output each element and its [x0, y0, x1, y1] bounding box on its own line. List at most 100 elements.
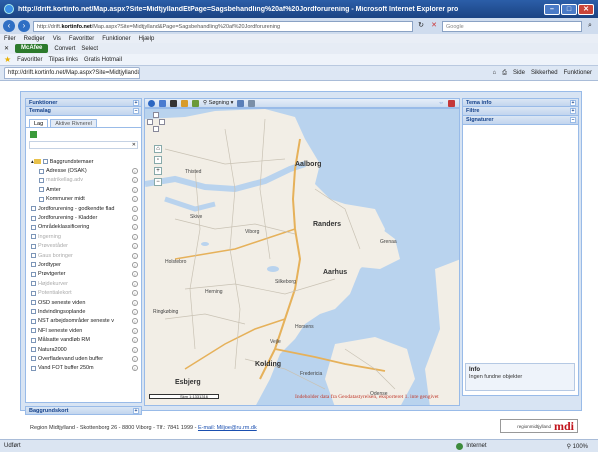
- layer-checkbox[interactable]: [39, 196, 44, 202]
- info-icon[interactable]: [148, 99, 155, 107]
- layer-info-icon[interactable]: i: [132, 318, 138, 325]
- menu-file[interactable]: Filer: [4, 36, 16, 42]
- expand-icon[interactable]: +: [133, 408, 139, 414]
- search-icon[interactable]: ⌕: [585, 21, 595, 31]
- home-view-icon[interactable]: ⌂: [154, 145, 162, 153]
- email-link[interactable]: E-mail: Miljoe@ru.rm.dk: [198, 425, 257, 431]
- layer-checkbox[interactable]: [39, 168, 44, 174]
- layer-item[interactable]: Jordtyper i: [29, 260, 138, 269]
- refresh-icon[interactable]: ↻: [416, 21, 426, 31]
- close-toolbar-icon[interactable]: ✕: [4, 45, 9, 52]
- forward-icon[interactable]: ›: [18, 20, 30, 32]
- export-icon[interactable]: [248, 99, 256, 107]
- globe-icon[interactable]: [159, 99, 166, 107]
- layer-item[interactable]: Natura2000 i: [29, 345, 138, 354]
- search-input[interactable]: Google: [442, 20, 582, 32]
- layer-item[interactable]: Jordforurening - godkendte flad i: [29, 204, 138, 213]
- close-button[interactable]: ✕: [578, 3, 594, 15]
- layer-item[interactable]: OSD seneste viden i: [29, 298, 138, 307]
- layer-item[interactable]: Vand FOT buffer 250m i: [29, 364, 138, 373]
- close-icon[interactable]: ✕: [132, 142, 136, 148]
- layer-item[interactable]: Jordforurening - Kladder i: [29, 213, 138, 222]
- layer-checkbox[interactable]: [31, 318, 36, 324]
- menu-tools[interactable]: Funktioner: [102, 36, 130, 42]
- pan-right-icon[interactable]: [159, 119, 165, 125]
- stop-icon[interactable]: ✕: [429, 21, 439, 31]
- layer-item[interactable]: Målsatte vandløb RM i: [29, 335, 138, 344]
- zoom-in-icon[interactable]: +: [154, 167, 162, 175]
- layer-info-icon[interactable]: i: [132, 205, 138, 212]
- back-icon[interactable]: ‹: [3, 20, 15, 32]
- layer-checkbox[interactable]: [31, 224, 36, 230]
- layer-info-icon[interactable]: i: [132, 233, 138, 240]
- layer-info-icon[interactable]: i: [132, 243, 138, 250]
- layer-item[interactable]: Adresse (OSAK) i: [29, 166, 138, 175]
- layer-checkbox[interactable]: [31, 290, 36, 296]
- menu-help[interactable]: Hjælp: [139, 36, 155, 42]
- layer-info-icon[interactable]: i: [132, 355, 138, 362]
- print-icon[interactable]: ⎙: [502, 70, 507, 77]
- layer-checkbox[interactable]: [31, 243, 36, 249]
- layer-item[interactable]: NST arbejdsområder seneste v i: [29, 317, 138, 326]
- arrows-icon[interactable]: ⇔: [439, 100, 445, 107]
- layer-item[interactable]: Områdeklassificering i: [29, 223, 138, 232]
- pan-up-icon[interactable]: [153, 112, 159, 118]
- favorites-button[interactable]: Favoritter: [17, 57, 42, 63]
- tipsee-link[interactable]: Tilpas links: [49, 57, 78, 63]
- map-view[interactable]: ⌂ ▫ + − Aalborg Randers Aarhus Kolding E…: [144, 108, 460, 406]
- print-map-icon[interactable]: [237, 99, 245, 107]
- layer-item[interactable]: Overfladevand uden buffer i: [29, 354, 138, 363]
- zoom-box-icon[interactable]: ▫: [154, 156, 162, 164]
- expand-icon[interactable]: +: [570, 100, 576, 106]
- bookmark-icon[interactable]: [448, 99, 455, 107]
- minimize-button[interactable]: –: [544, 3, 560, 15]
- layer-info-icon[interactable]: i: [132, 290, 138, 297]
- layer-item[interactable]: Prøvtgerter i: [29, 270, 138, 279]
- layer-checkbox[interactable]: [31, 206, 36, 212]
- layer-item[interactable]: Potentialekort i: [29, 288, 138, 297]
- layer-item[interactable]: Kommuner midt i: [29, 195, 138, 204]
- layer-info-icon[interactable]: i: [132, 177, 138, 184]
- zoom-level[interactable]: ⚲ 100%: [567, 443, 588, 450]
- layer-checkbox[interactable]: [39, 177, 44, 183]
- theme-header[interactable]: Temalag –: [25, 107, 142, 116]
- background-map-header[interactable]: Baggrundskort +: [25, 406, 142, 415]
- layer-checkbox[interactable]: [39, 187, 44, 193]
- layer-checkbox[interactable]: [31, 309, 36, 315]
- layer-scroll-header[interactable]: ✕: [29, 141, 138, 149]
- layer-checkbox[interactable]: [31, 271, 36, 277]
- maximize-button[interactable]: □: [561, 3, 577, 15]
- collapse-icon[interactable]: –: [570, 117, 576, 123]
- layer-item[interactable]: NFI seneste viden i: [29, 326, 138, 335]
- layer-checkbox[interactable]: [31, 328, 36, 334]
- browser-tab[interactable]: http://drift.kortinfo.net/Map.aspx?Site=…: [4, 67, 140, 79]
- layer-item[interactable]: Indvindingsoplande i: [29, 307, 138, 316]
- layer-checkbox[interactable]: [31, 300, 36, 306]
- tema-info-header[interactable]: Tema info +: [462, 98, 579, 107]
- pan-control[interactable]: [147, 112, 165, 136]
- layer-info-icon[interactable]: i: [132, 271, 138, 278]
- menu-favorites[interactable]: Favoritter: [69, 36, 94, 42]
- functions-header[interactable]: Funktioner +: [25, 98, 142, 107]
- layer-info-icon[interactable]: i: [132, 215, 138, 222]
- ruler-icon[interactable]: [181, 99, 188, 107]
- layer-checkbox[interactable]: [31, 234, 36, 240]
- search-button[interactable]: ⚲ Søgning ▾: [203, 100, 233, 106]
- layer-tool-icon[interactable]: [30, 131, 37, 138]
- layer-info-icon[interactable]: i: [132, 252, 138, 259]
- page-menu[interactable]: Side: [513, 70, 525, 77]
- layer-checkbox[interactable]: [31, 253, 36, 259]
- layer-checkbox[interactable]: [31, 337, 36, 343]
- layer-info-icon[interactable]: i: [132, 308, 138, 315]
- filter-header[interactable]: Filtre +: [462, 107, 579, 116]
- zoom-out-icon[interactable]: −: [154, 178, 162, 186]
- layer-item[interactable]: Amter i: [29, 185, 138, 194]
- layer-info-icon[interactable]: i: [132, 186, 138, 193]
- home-icon[interactable]: ⌂: [493, 70, 497, 77]
- layer-checkbox[interactable]: [31, 356, 36, 362]
- pan-left-icon[interactable]: [147, 119, 153, 125]
- expand-icon[interactable]: +: [570, 108, 576, 114]
- collapse-icon[interactable]: –: [133, 108, 139, 114]
- layer-info-icon[interactable]: i: [132, 280, 138, 287]
- mcafee-button[interactable]: McAfee: [15, 44, 49, 53]
